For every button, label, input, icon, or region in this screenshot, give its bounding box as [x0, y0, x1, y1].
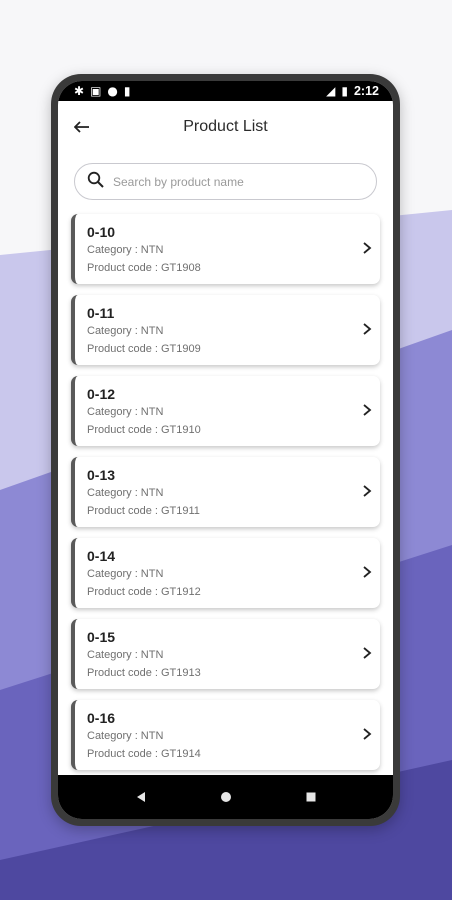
circle-home-icon	[220, 792, 231, 802]
product-name: 0-11	[87, 305, 115, 321]
search-icon	[87, 171, 105, 193]
status-time: 2:12	[353, 84, 379, 98]
triangle-back-icon	[136, 792, 145, 802]
product-category: Category : NTN	[87, 730, 164, 742]
nav-recents-button[interactable]	[301, 787, 321, 807]
product-code: Product code : GT1908	[87, 262, 201, 274]
product-code: Product code : GT1913	[87, 667, 201, 679]
signal-icon: ◢	[326, 84, 336, 98]
product-category: Category : NTN	[87, 325, 164, 337]
status-bar: ✱ ▣ ● ▮ ◢ ▮ 2:12	[58, 81, 393, 101]
settings-icon: ✱	[74, 84, 85, 98]
chevron-right-icon	[363, 242, 372, 254]
product-category: Category : NTN	[87, 649, 164, 661]
product-category: Category : NTN	[87, 244, 164, 256]
page-title: Product List	[183, 118, 268, 135]
list-item[interactable]: 0-12 Category : NTN Product code : GT191…	[71, 376, 380, 446]
sd-card-icon: ▮	[123, 84, 131, 98]
app-bar: Product List	[58, 101, 393, 153]
list-item[interactable]: 0-13 Category : NTN Product code : GT191…	[71, 457, 380, 527]
back-arrow-icon[interactable]	[72, 117, 92, 137]
product-name: 0-15	[87, 629, 116, 645]
product-code: Product code : GT1910	[87, 424, 201, 436]
product-code: Product code : GT1911	[87, 505, 200, 517]
product-category: Category : NTN	[87, 406, 164, 418]
product-name: 0-10	[87, 224, 116, 240]
product-code: Product code : GT1912	[87, 586, 201, 598]
status-icons-right: ◢ ▮ 2:12	[326, 84, 379, 98]
square-recents-icon	[306, 792, 315, 802]
search-container	[58, 153, 393, 200]
status-icons-left: ✱ ▣ ● ▮	[74, 85, 131, 97]
chevron-right-icon	[363, 404, 372, 416]
nav-home-button[interactable]	[216, 787, 236, 807]
search-input[interactable]	[113, 174, 364, 189]
product-name: 0-16	[87, 710, 116, 726]
product-code: Product code : GT1909	[87, 343, 201, 355]
product-category: Category : NTN	[87, 568, 164, 580]
list-item[interactable]: 0-16 Category : NTN Product code : GT191…	[71, 700, 380, 770]
chevron-right-icon	[363, 647, 372, 659]
product-category: Category : NTN	[87, 487, 164, 499]
notification-icon: ▣	[90, 84, 102, 98]
product-name: 0-13	[87, 467, 116, 483]
chevron-right-icon	[363, 323, 372, 335]
product-name: 0-12	[87, 386, 116, 402]
list-item[interactable]: 0-15 Category : NTN Product code : GT191…	[71, 619, 380, 689]
circle-icon: ●	[107, 84, 118, 98]
list-item[interactable]: 0-11 Category : NTN Product code : GT190…	[71, 295, 380, 365]
product-name: 0-14	[87, 548, 116, 564]
nav-back-button[interactable]	[131, 787, 151, 807]
product-list: 0-10 Category : NTN Product code : GT190…	[58, 200, 393, 770]
product-code: Product code : GT1914	[87, 748, 201, 760]
search-box[interactable]	[74, 163, 377, 200]
phone-frame: ✱ ▣ ● ▮ ◢ ▮ 2:12 Product List Search by …	[51, 74, 400, 826]
list-item[interactable]: 0-14 Category : NTN Product code : GT191…	[71, 538, 380, 608]
phone-screen: ✱ ▣ ● ▮ ◢ ▮ 2:12 Product List Search by …	[58, 81, 393, 819]
list-item[interactable]: 0-10 Category : NTN Product code : GT190…	[71, 214, 380, 284]
chevron-right-icon	[363, 728, 372, 740]
navigation-bar	[58, 775, 393, 819]
chevron-right-icon	[363, 566, 372, 578]
battery-icon: ▮	[341, 84, 348, 98]
chevron-right-icon	[363, 485, 372, 497]
